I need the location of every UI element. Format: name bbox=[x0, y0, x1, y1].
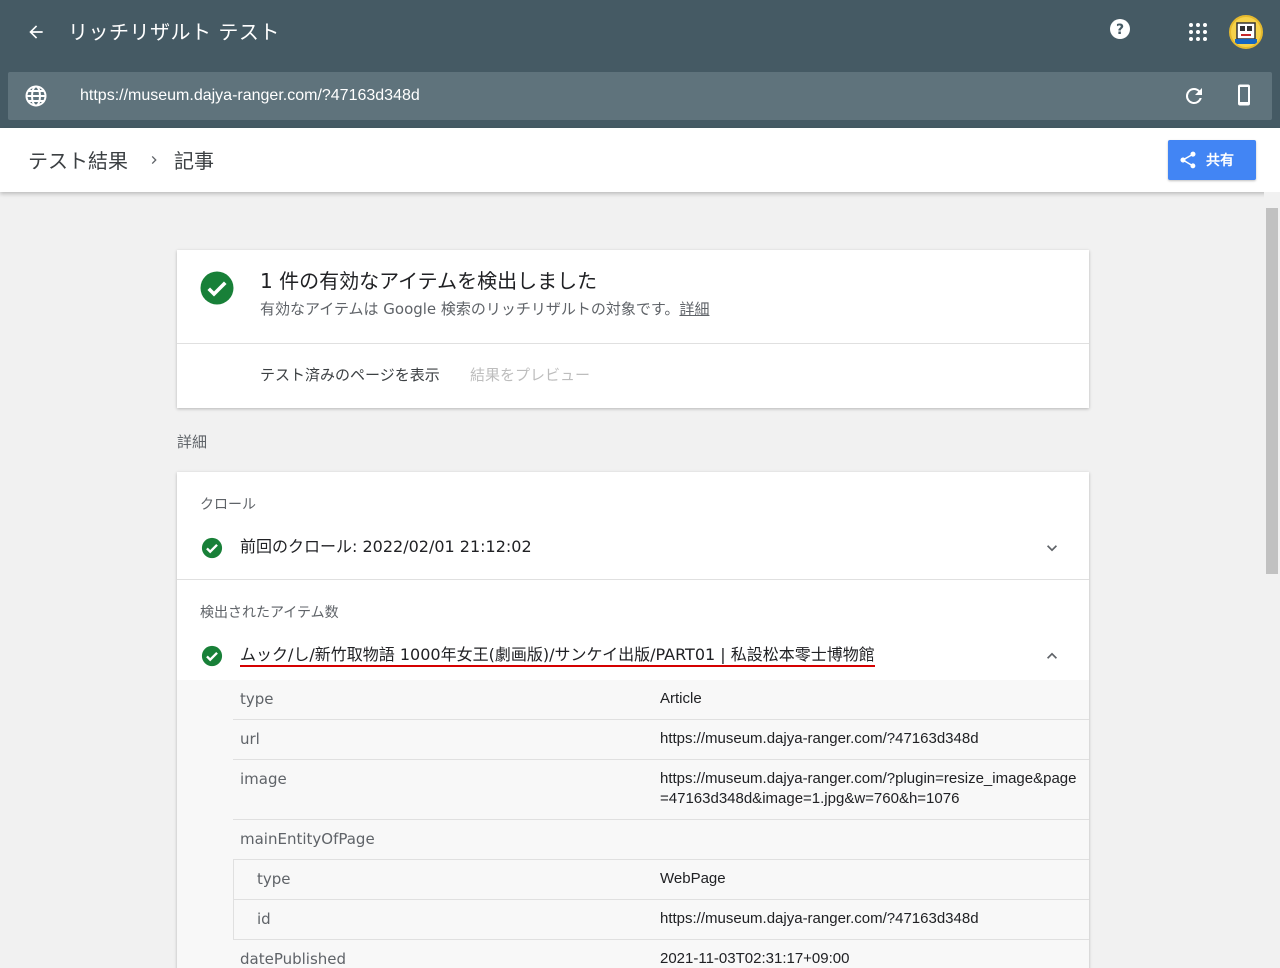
property-key: type bbox=[257, 869, 291, 889]
apps-grid-icon[interactable] bbox=[1186, 20, 1210, 44]
property-value: https://museum.dajya-ranger.com/?47163d3… bbox=[660, 909, 1080, 929]
app-title: リッチリザルト テスト bbox=[68, 18, 280, 46]
app-bar: リッチリザルト テスト ? https://museum.dajya-range… bbox=[0, 0, 1280, 128]
property-key: id bbox=[257, 909, 271, 929]
reload-icon[interactable] bbox=[1182, 84, 1206, 108]
breadcrumb-root[interactable]: テスト結果 bbox=[28, 148, 128, 174]
preview-results-button: 結果をプレビュー bbox=[470, 365, 590, 385]
table-row: datePublished 2021-11-03T02:31:17+09:00 bbox=[233, 940, 1089, 968]
chevron-down-icon[interactable] bbox=[1042, 538, 1062, 558]
learn-more-link[interactable]: 詳細 bbox=[679, 300, 709, 318]
breadcrumb-current: 記事 bbox=[174, 148, 214, 174]
summary-card: 1 件の有効なアイテムを検出しました 有効なアイテムは Google 検索のリッ… bbox=[177, 250, 1089, 408]
table-row: url https://museum.dajya-ranger.com/?471… bbox=[233, 720, 1089, 760]
globe-icon bbox=[24, 84, 48, 108]
account-avatar[interactable] bbox=[1229, 15, 1263, 49]
property-value: https://museum.dajya-ranger.com/?plugin=… bbox=[660, 769, 1080, 809]
property-key: url bbox=[240, 729, 260, 749]
summary-description: 有効なアイテムは Google 検索のリッチリザルトの対象です。詳細 bbox=[260, 299, 709, 319]
property-key: type bbox=[240, 689, 274, 709]
check-circle-icon bbox=[201, 645, 223, 667]
property-key: datePublished bbox=[240, 949, 346, 968]
last-crawl-text: 前回のクロール: 2022/02/01 21:12:02 bbox=[240, 536, 532, 558]
table-row: type Article bbox=[233, 680, 1089, 720]
property-table: type Article url https://museum.dajya-ra… bbox=[177, 680, 1089, 968]
svg-text:?: ? bbox=[1116, 22, 1124, 38]
table-row: type WebPage bbox=[233, 860, 1089, 900]
detected-item-title[interactable]: ムック/し/新竹取物語 1000年女王(劇画版)/サンケイ出版/PART01 |… bbox=[240, 644, 875, 666]
table-row: image https://museum.dajya-ranger.com/?p… bbox=[233, 760, 1089, 820]
share-label: 共有 bbox=[1206, 150, 1234, 170]
property-value: WebPage bbox=[660, 869, 1080, 889]
property-value: https://museum.dajya-ranger.com/?47163d3… bbox=[660, 729, 1080, 749]
check-circle-icon bbox=[199, 270, 235, 306]
back-arrow-icon[interactable] bbox=[22, 18, 50, 46]
share-icon bbox=[1178, 150, 1198, 170]
mobile-device-icon[interactable] bbox=[1232, 83, 1256, 107]
summary-description-text: 有効なアイテムは Google 検索のリッチリザルトの対象です。 bbox=[260, 300, 679, 318]
property-value: Article bbox=[660, 689, 1080, 709]
summary-title: 1 件の有効なアイテムを検出しました bbox=[260, 268, 597, 294]
tested-url[interactable]: https://museum.dajya-ranger.com/?47163d3… bbox=[80, 85, 420, 107]
chevron-up-icon[interactable] bbox=[1042, 646, 1062, 666]
help-icon[interactable]: ? bbox=[1108, 17, 1132, 41]
scrollbar-thumb[interactable] bbox=[1266, 208, 1278, 574]
url-bar: https://museum.dajya-ranger.com/?47163d3… bbox=[8, 72, 1272, 120]
detected-items-label: 検出されたアイテム数 bbox=[200, 603, 339, 623]
view-tested-page-button[interactable]: テスト済みのページを表示 bbox=[260, 365, 440, 385]
divider bbox=[177, 343, 1089, 344]
breadcrumb-header: テスト結果 記事 共有 bbox=[0, 128, 1280, 192]
details-heading: 詳細 bbox=[177, 432, 207, 452]
property-key: image bbox=[240, 769, 287, 789]
share-button[interactable]: 共有 bbox=[1168, 140, 1256, 180]
divider bbox=[177, 579, 1089, 580]
check-circle-icon bbox=[201, 537, 223, 559]
property-key: mainEntityOfPage bbox=[240, 829, 375, 849]
item-title-text[interactable]: ムック/し/新竹取物語 1000年女王(劇画版)/サンケイ出版/PART01 |… bbox=[240, 645, 875, 667]
crawl-label: クロール bbox=[200, 495, 256, 515]
details-card: クロール 前回のクロール: 2022/02/01 21:12:02 検出されたア… bbox=[177, 472, 1089, 968]
table-row: id https://museum.dajya-ranger.com/?4716… bbox=[233, 900, 1089, 940]
property-value: 2021-11-03T02:31:17+09:00 bbox=[660, 949, 1080, 968]
table-row: mainEntityOfPage bbox=[233, 820, 1089, 860]
chevron-right-icon bbox=[146, 152, 162, 168]
